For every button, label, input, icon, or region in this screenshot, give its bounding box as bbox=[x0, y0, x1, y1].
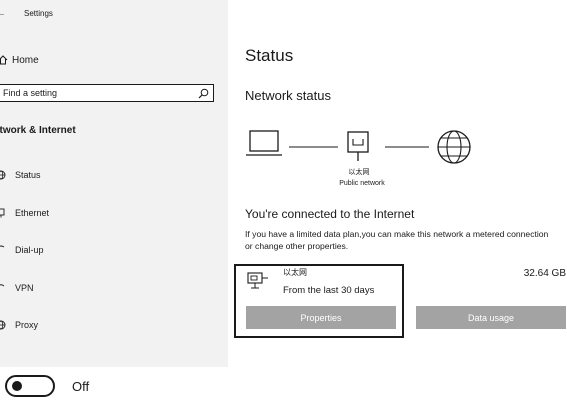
search-icon[interactable] bbox=[195, 88, 211, 99]
connected-heading: You're connected to the Internet bbox=[245, 207, 415, 221]
laptop-icon bbox=[246, 130, 282, 156]
home-icon bbox=[0, 55, 10, 65]
ethernet-adapter-icon bbox=[247, 272, 269, 295]
section-header: etwork & Internet bbox=[0, 125, 76, 136]
globe-icon bbox=[0, 170, 7, 180]
adapter-period: From the last 30 days bbox=[283, 285, 375, 296]
ethernet-port-icon bbox=[347, 131, 369, 161]
sidebar-item-status[interactable]: Status bbox=[0, 168, 41, 182]
sidebar-item-vpn[interactable]: VPN bbox=[0, 281, 34, 295]
toggle-state-label: Off bbox=[72, 379, 90, 394]
sidebar-item-label: Status bbox=[15, 170, 41, 180]
search-box[interactable] bbox=[0, 84, 214, 102]
nav-home[interactable]: Home bbox=[0, 53, 39, 67]
sidebar-item-dial-up[interactable]: Dial-up bbox=[0, 243, 44, 257]
back-arrow-icon[interactable]: ← bbox=[0, 8, 6, 19]
sidebar-item-label: Dial-up bbox=[15, 245, 44, 255]
dialup-icon bbox=[0, 245, 7, 255]
sidebar-item-label: Proxy bbox=[15, 320, 39, 330]
search-input[interactable] bbox=[0, 88, 173, 98]
sidebar-item-label: Ethernet bbox=[15, 208, 50, 218]
toggle-knob bbox=[12, 381, 22, 391]
internet-globe-icon bbox=[437, 130, 471, 164]
proxy-globe-icon bbox=[0, 320, 7, 330]
ethernet-icon bbox=[0, 208, 7, 218]
sidebar-item-proxy[interactable]: Proxy bbox=[0, 318, 38, 332]
properties-button[interactable]: Properties bbox=[246, 306, 396, 329]
network-status-heading: Network status bbox=[245, 88, 331, 103]
sidebar-item-label: VPN bbox=[15, 283, 34, 293]
sidebar-item-ethernet[interactable]: Ethernet bbox=[0, 206, 49, 220]
window-title: Settings bbox=[24, 9, 53, 18]
page-title: Status bbox=[245, 46, 294, 65]
diagram-adapter-label: 以太网 bbox=[348, 169, 370, 176]
vpn-icon bbox=[0, 283, 7, 293]
toggle-switch[interactable] bbox=[5, 375, 55, 397]
data-usage-button[interactable]: Data usage bbox=[416, 306, 566, 329]
adapter-name: 以太网 bbox=[283, 268, 307, 277]
nav-home-label: Home bbox=[12, 54, 39, 66]
data-usage-value: 32.64 GB bbox=[523, 268, 566, 279]
info-text: If you have a limited data plan,you can … bbox=[245, 229, 549, 251]
diagram-network-label: Public network bbox=[339, 180, 385, 187]
